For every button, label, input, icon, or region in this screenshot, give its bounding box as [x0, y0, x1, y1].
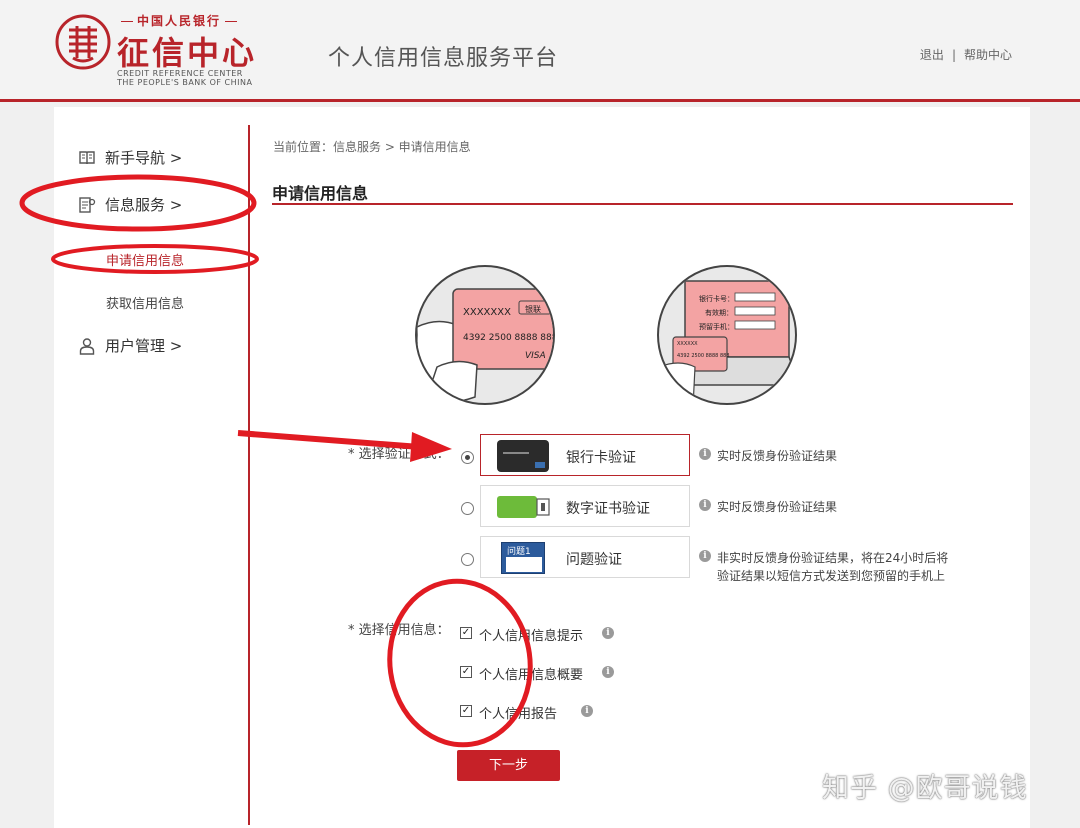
option-digital-cert-verify[interactable]: 数字证书验证 [480, 485, 690, 527]
illus-visa: VISA [525, 351, 546, 361]
sidebar-subitem-apply[interactable]: 申请信用信息 [106, 250, 184, 269]
question-icon-text: 问题1 [507, 547, 531, 557]
checkbox-credit-summary[interactable]: ✓ [460, 666, 472, 678]
bank-card-icon [497, 440, 549, 472]
checkbox-credit-hint[interactable]: ✓ [460, 627, 472, 639]
checkbox-label: 个人信用信息概要 [479, 668, 584, 683]
info-icon: i [581, 705, 593, 717]
illus-card-name: XXXXXXX [463, 307, 511, 318]
option-note: 实时反馈身份验证结果 [717, 500, 838, 514]
option-label: 问题验证 [566, 552, 622, 568]
option-note-line1: 非实时反馈身份验证结果，将在24小时后将 [717, 551, 949, 565]
breadcrumb: 当前位置：信息服务 > 申请信用信息 [273, 140, 471, 154]
radio-question[interactable] [461, 553, 474, 566]
watermark: 知乎 @欧哥说钱 [822, 773, 1028, 804]
illus-form-field1: 银行卡号： [699, 295, 734, 303]
top-links: 退出 | 帮助中心 [916, 46, 1016, 63]
illus-form-card-number: 4392 2500 8888 888 [677, 353, 730, 359]
next-step-button[interactable]: 下一步 [457, 750, 560, 781]
page-title: 申请信用信息 [272, 184, 369, 203]
logout-link[interactable]: 退出 [920, 48, 944, 62]
option-label: 银行卡验证 [566, 450, 636, 466]
checkbox-credit-report[interactable]: ✓ [460, 705, 472, 717]
illus-form-card-name: XXXXXX [677, 341, 698, 347]
logo-english-line2: THE PEOPLE'S BANK OF CHINA [117, 78, 253, 87]
info-icon: i [699, 448, 711, 460]
info-icon: i [602, 627, 614, 639]
bank-card-illustration: XXXXXXX 银联 4392 2500 8888 888 VISA [415, 265, 555, 405]
illus-card-number: 4392 2500 8888 888 [463, 333, 555, 343]
logo-top-text: 中国人民银行 [117, 12, 241, 29]
illus-form-field2: 有效期： [705, 309, 733, 317]
logo-main-text: 征信中心 [117, 34, 258, 72]
radio-bank-card[interactable] [461, 451, 474, 464]
info-icon: i [699, 499, 711, 511]
option-note: 实时反馈身份验证结果 [717, 449, 838, 463]
usb-key-icon [497, 496, 550, 518]
document-icon [79, 196, 96, 213]
credit-info-label: * 选择信用信息： [348, 623, 450, 638]
question-form-icon: 问题1 [501, 542, 545, 574]
sidebar-divider [248, 125, 250, 825]
option-question-verify[interactable]: 问题1 问题验证 [480, 536, 690, 578]
option-label: 数字证书验证 [566, 501, 650, 517]
content-card: 新手导航 > 信息服务 > 申请信用信息 获取信用信息 用户管理 > 当前位置：… [54, 107, 1030, 828]
book-icon [79, 150, 95, 164]
sidebar-item-guide[interactable]: 新手导航 > [78, 147, 182, 168]
radio-digital-cert[interactable] [461, 502, 474, 515]
sidebar-subitem-obtain[interactable]: 获取信用信息 [106, 293, 184, 312]
user-icon [79, 337, 95, 355]
sidebar-item-info-service[interactable]: 信息服务 > [78, 194, 182, 215]
credit-center-logo: 中国人民银行 征信中心 CREDIT REFERENCE CENTER THE … [55, 12, 280, 90]
illus-unionpay: 银联 [525, 305, 541, 314]
sidebar-item-label: 信息服务 > [105, 196, 183, 214]
platform-title: 个人信用信息服务平台 [328, 46, 559, 71]
page-header: 中国人民银行 征信中心 CREDIT REFERENCE CENTER THE … [0, 0, 1080, 102]
online-form-illustration: 银行卡号： 有效期： 预留手机： XXXXXX 4392 2500 8888 8… [657, 265, 797, 405]
option-note-line2: 验证结果以短信方式发送到您预留的手机上 [717, 569, 946, 583]
credit-center-seal-icon [55, 14, 111, 70]
logo-english-line1: CREDIT REFERENCE CENTER [117, 69, 243, 78]
option-bank-card-verify[interactable]: 银行卡验证 [480, 434, 690, 476]
sidebar-item-user-management[interactable]: 用户管理 > [78, 335, 182, 356]
checkbox-label: 个人信用信息提示 [479, 629, 584, 644]
link-separator: | [951, 48, 956, 62]
help-center-link[interactable]: 帮助中心 [964, 48, 1012, 62]
sidebar-item-label: 新手导航 > [105, 149, 183, 167]
info-icon: i [602, 666, 614, 678]
illus-form-field3: 预留手机： [699, 323, 734, 331]
info-icon: i [699, 550, 711, 562]
checkbox-label: 个人信用报告 [479, 707, 558, 722]
title-underline [272, 203, 1013, 205]
sidebar-item-label: 用户管理 > [105, 337, 183, 355]
verify-method-label: * 选择验证方式： [348, 447, 450, 462]
